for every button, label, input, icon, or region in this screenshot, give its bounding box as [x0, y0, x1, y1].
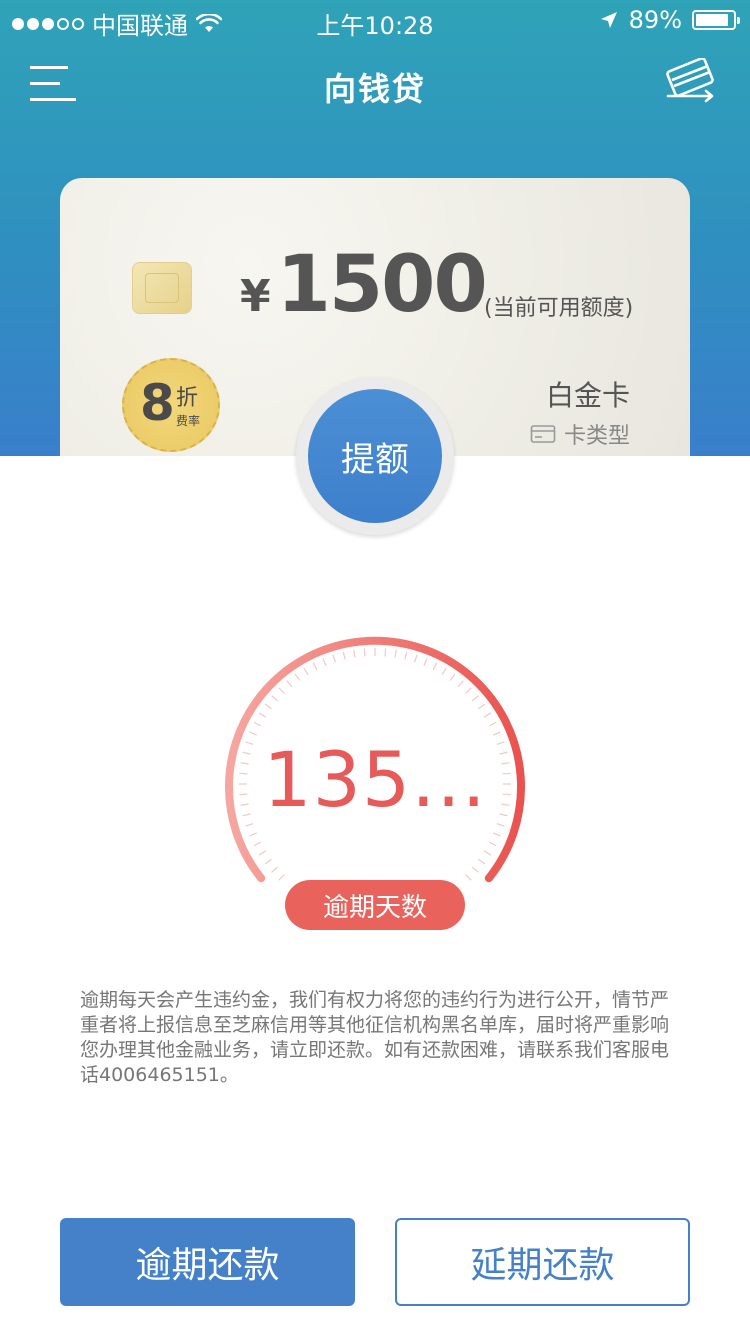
- gauge-tick: [488, 721, 497, 727]
- gauge-tick: [278, 687, 285, 694]
- gauge-tick: [384, 648, 387, 657]
- gauge-tick: [471, 695, 479, 702]
- gauge-tick: [353, 649, 356, 658]
- gauge-tick: [457, 680, 464, 688]
- discount-sub: 费率: [176, 414, 201, 428]
- battery-cap: [737, 17, 740, 24]
- raise-limit-button[interactable]: 提额: [308, 389, 442, 523]
- gauge-tick: [465, 687, 472, 694]
- gauge-tick: [264, 703, 272, 710]
- gauge-tick: [294, 673, 301, 681]
- gauge-tick: [413, 654, 418, 663]
- gauge-tick: [342, 651, 346, 660]
- gauge-tick: [478, 858, 486, 865]
- status-bar: 中国联通 上午10:28 89%: [0, 0, 750, 40]
- currency-symbol: ¥: [240, 271, 271, 322]
- gauge-tick: [363, 648, 366, 657]
- amount-label: (当前可用额度): [484, 296, 634, 321]
- overdue-repay-button[interactable]: 逾期还款: [60, 1218, 355, 1306]
- card-type-row: 卡类型: [530, 418, 630, 450]
- gauge-tick: [253, 841, 262, 847]
- gauge-tick: [322, 658, 327, 666]
- nav-bar: 向钱贷: [0, 50, 750, 120]
- extend-repay-button[interactable]: 延期还款: [395, 1218, 690, 1306]
- card-type-label: 卡类型: [563, 424, 630, 449]
- card-type-name: 白金卡: [545, 379, 630, 412]
- card-type: 白金卡 卡类型: [530, 374, 630, 450]
- gauge-tick: [258, 850, 267, 856]
- status-right: 89%: [599, 6, 740, 34]
- gauge-tick: [483, 712, 492, 718]
- gauge-tick: [258, 712, 267, 718]
- gauge-tick: [249, 832, 257, 837]
- location-arrow-icon: [600, 12, 617, 28]
- gauge-tick: [303, 667, 309, 676]
- battery-percent: 89%: [628, 6, 682, 34]
- gauge-tick: [278, 874, 285, 881]
- discount-number: 8: [140, 374, 175, 432]
- gauge-tick: [264, 858, 272, 865]
- gauge-tick: [271, 866, 279, 873]
- gauge-tick: [483, 850, 492, 856]
- gauge-tick: [493, 832, 501, 837]
- gauge-tick: [432, 662, 438, 671]
- gauge-tick: [404, 651, 408, 660]
- gauge-tick: [271, 695, 279, 702]
- gauge-tick: [394, 649, 397, 658]
- gauge-tick: [465, 874, 472, 881]
- gauge-tick: [312, 662, 318, 671]
- gauge-tick: [478, 703, 486, 710]
- gauge-tick: [449, 673, 456, 681]
- overdue-notice: 逾期每天会产生违约金，我们有权力将您的违约行为进行公开，情节严重者将上报信息至芝…: [80, 989, 670, 1086]
- gauge-tick: [441, 667, 447, 676]
- discount-badge: 8 折 费率: [122, 358, 220, 452]
- battery-fill: [696, 14, 729, 26]
- gauge-tick: [286, 680, 293, 688]
- gauge-tick: [332, 654, 337, 663]
- discount-unit: 折: [176, 386, 199, 411]
- overdue-days-badge: 逾期天数: [285, 880, 465, 930]
- gauge-tick: [253, 721, 262, 727]
- gauge-tick: [423, 658, 428, 666]
- card-icon: [530, 425, 556, 443]
- available-amount: ¥ 1500: [240, 240, 488, 330]
- gauge-tick: [471, 866, 479, 873]
- card-switch-icon[interactable]: [664, 58, 718, 108]
- battery-icon: [692, 10, 740, 30]
- overdue-days-value: 135...: [263, 735, 487, 824]
- card-chip-icon: [132, 262, 192, 314]
- amount-value: 1500: [276, 240, 488, 330]
- page-title: 向钱贷: [323, 70, 426, 108]
- gauge-tick: [488, 841, 497, 847]
